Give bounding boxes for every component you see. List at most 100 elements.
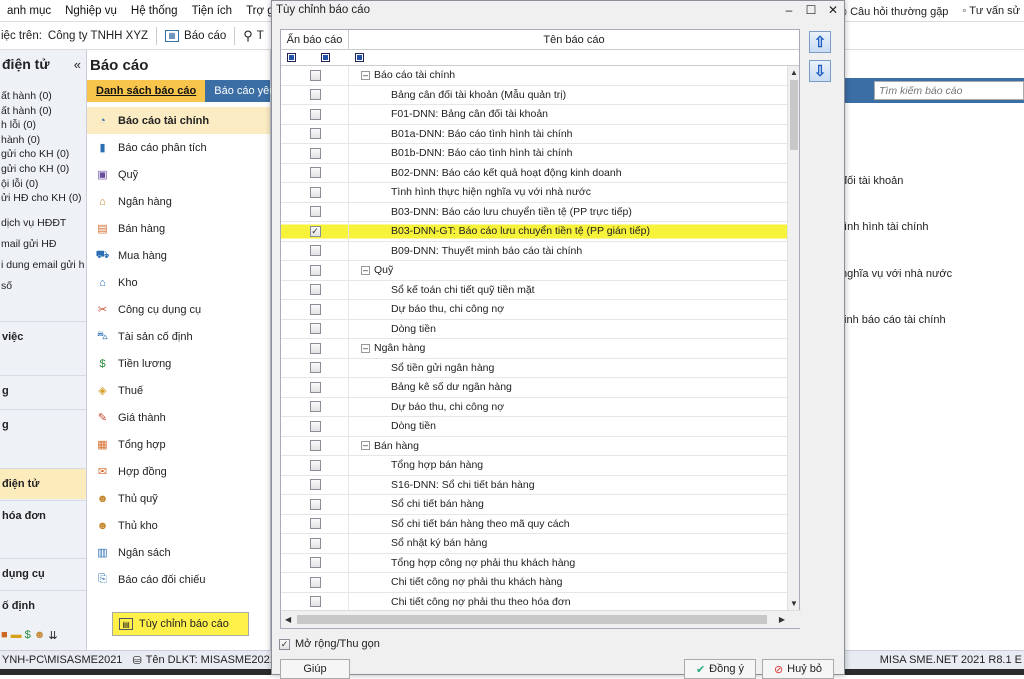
close-icon[interactable]: ✕: [822, 3, 844, 17]
hide-report-checkbox[interactable]: [309, 128, 321, 140]
search-icon[interactable]: ⚲: [243, 28, 253, 44]
scroll-thumb[interactable]: [790, 80, 798, 150]
hide-report-checkbox[interactable]: [309, 362, 321, 374]
hide-report-checkbox[interactable]: [309, 420, 321, 432]
report-tab[interactable]: Danh sách báo cáo: [87, 80, 206, 102]
report-category-item[interactable]: ▮ Báo cáo phân tích: [87, 134, 270, 161]
cancel-button[interactable]: ⊘ Huỷ bỏ: [762, 659, 834, 679]
scroll-up-icon[interactable]: ▲: [790, 68, 798, 77]
report-item-stub[interactable]: nghĩa vụ với nhà nước: [841, 268, 952, 280]
report-category-item[interactable]: $ Tiền lương: [87, 350, 270, 377]
hide-report-checkbox[interactable]: [309, 245, 321, 257]
expand-collapse-option[interactable]: ✓ Mở rộng/Thu gọn: [279, 638, 380, 650]
report-item-stub[interactable]: đối tài khoản: [841, 175, 903, 187]
leftnav-group-item[interactable]: ố định: [0, 590, 86, 621]
filter-cell[interactable]: [349, 50, 370, 65]
scroll-left-icon[interactable]: ◀: [285, 615, 291, 624]
hide-report-checkbox[interactable]: [309, 557, 321, 569]
report-category-item[interactable]: ✂ Công cụ dụng cụ: [87, 296, 270, 323]
hide-report-checkbox[interactable]: [309, 284, 321, 296]
scroll-thumb[interactable]: [297, 615, 767, 624]
expand-checkbox[interactable]: ✓: [279, 638, 290, 650]
collapse-toggle-icon[interactable]: –: [361, 70, 370, 80]
vertical-scrollbar[interactable]: ▲ ▼: [787, 66, 799, 610]
report-category-item[interactable]: ✉ Hợp đồng: [87, 458, 270, 485]
collapse-toggle-icon[interactable]: –: [361, 265, 370, 275]
hide-report-checkbox[interactable]: [309, 108, 321, 120]
menu-item[interactable]: Nghiệp vụ: [58, 5, 124, 17]
hide-report-checkbox[interactable]: [309, 69, 321, 81]
scroll-right-icon[interactable]: ▶: [779, 615, 785, 624]
hide-report-checkbox[interactable]: [309, 440, 321, 452]
report-category-item[interactable]: ▦ Tổng hợp: [87, 431, 270, 458]
report-category-item[interactable]: ⌂ Ngân hàng: [87, 188, 270, 215]
leftnav-group-item[interactable]: việc: [0, 321, 86, 352]
leftnav-link[interactable]: mail gửi HĐ: [0, 234, 86, 255]
leftnav-group-item[interactable]: điện tử: [0, 468, 86, 499]
report-category-item[interactable]: ▤ Bán hàng: [87, 215, 270, 242]
report-category-item[interactable]: ⌂ Kho: [87, 269, 270, 296]
user-link[interactable]: ◦ Tư vấn sử: [962, 5, 1020, 17]
invoice-status-item[interactable]: gửi cho KH (0): [0, 148, 86, 163]
hide-report-checkbox[interactable]: [309, 264, 321, 276]
more-icon[interactable]: ⇊: [48, 629, 57, 642]
report-category-item[interactable]: ▣ Quỹ: [87, 161, 270, 188]
bag-icon[interactable]: $: [25, 629, 31, 641]
leftnav-group-item[interactable]: hóa đơn: [0, 500, 86, 531]
hide-report-checkbox[interactable]: [309, 342, 321, 354]
column-report-name[interactable]: Tên báo cáo: [349, 30, 799, 49]
report-category-item[interactable]: ☻ Thủ kho: [87, 512, 270, 539]
filter-cell[interactable]: [281, 50, 302, 65]
report-category-item[interactable]: ⎘ Báo cáo đối chiếu: [87, 566, 270, 593]
leftnav-link[interactable]: số: [0, 276, 86, 297]
move-down-button[interactable]: ⇩: [809, 60, 831, 82]
hide-report-checkbox[interactable]: [309, 89, 321, 101]
hide-report-checkbox[interactable]: [309, 401, 321, 413]
menu-item[interactable]: Tiện ích: [185, 5, 239, 17]
report-search-input[interactable]: [874, 81, 1024, 100]
report-category-item[interactable]: ⛍ Tài sản cố định: [87, 323, 270, 350]
menu-item[interactable]: Hệ thống: [124, 5, 185, 17]
hide-report-checkbox[interactable]: [309, 459, 321, 471]
hide-report-checkbox[interactable]: [309, 323, 321, 335]
leftnav-link[interactable]: dịch vụ HĐĐT: [0, 213, 86, 234]
collapse-toggle-icon[interactable]: –: [361, 343, 370, 353]
invoice-status-item[interactable]: gửi cho KH (0): [0, 163, 86, 178]
user-icon[interactable]: ☻: [34, 629, 46, 641]
report-category-item[interactable]: ◔ Báo cáo tài chính: [87, 107, 270, 134]
menu-item[interactable]: anh mục: [0, 5, 58, 17]
customize-report-button[interactable]: ▤ Tùy chỉnh báo cáo: [112, 612, 249, 636]
invoice-status-item[interactable]: h lỗi (0): [0, 119, 86, 134]
hide-report-checkbox[interactable]: [309, 167, 321, 179]
help-button[interactable]: Giúp: [280, 659, 350, 679]
filter-cell[interactable]: [315, 50, 336, 65]
minimize-icon[interactable]: –: [778, 3, 800, 17]
leftnav-group-item[interactable]: g: [0, 409, 86, 440]
hide-report-checkbox[interactable]: [309, 479, 321, 491]
report-category-item[interactable]: ☻ Thủ quỹ: [87, 485, 270, 512]
ok-button[interactable]: ✔ Đồng ý: [684, 659, 756, 679]
maximize-icon[interactable]: ☐: [800, 3, 822, 17]
square-icon[interactable]: ■: [1, 629, 8, 641]
hide-report-checkbox[interactable]: [309, 303, 321, 315]
horizontal-scrollbar[interactable]: ◀ ▶: [281, 610, 801, 628]
collapse-toggle-icon[interactable]: –: [361, 441, 370, 451]
report-button[interactable]: ▦ Báo cáo: [165, 29, 226, 42]
hide-report-checkbox[interactable]: [309, 537, 321, 549]
invoice-status-item[interactable]: ửi HĐ cho KH (0): [0, 192, 86, 207]
scroll-down-icon[interactable]: ▼: [790, 599, 798, 608]
help-link[interactable]: ◉ Câu hỏi thường gặp: [837, 5, 948, 18]
leftnav-group-item[interactable]: dụng cụ: [0, 558, 86, 589]
hide-report-checkbox[interactable]: [309, 186, 321, 198]
move-up-button[interactable]: ⇧: [809, 31, 831, 53]
hide-report-checkbox[interactable]: [309, 596, 321, 608]
hide-report-checkbox[interactable]: [309, 147, 321, 159]
hide-report-checkbox[interactable]: [309, 576, 321, 588]
invoice-status-item[interactable]: ất hành (0): [0, 105, 86, 120]
hide-report-checkbox[interactable]: ✓: [309, 225, 321, 237]
hide-report-checkbox[interactable]: [309, 206, 321, 218]
company-selector[interactable]: Công ty TNHH XYZ: [48, 30, 148, 42]
hide-report-checkbox[interactable]: [309, 381, 321, 393]
column-hide-report[interactable]: Ẩn báo cáo: [281, 30, 349, 49]
report-category-item[interactable]: ◈ Thuế: [87, 377, 270, 404]
